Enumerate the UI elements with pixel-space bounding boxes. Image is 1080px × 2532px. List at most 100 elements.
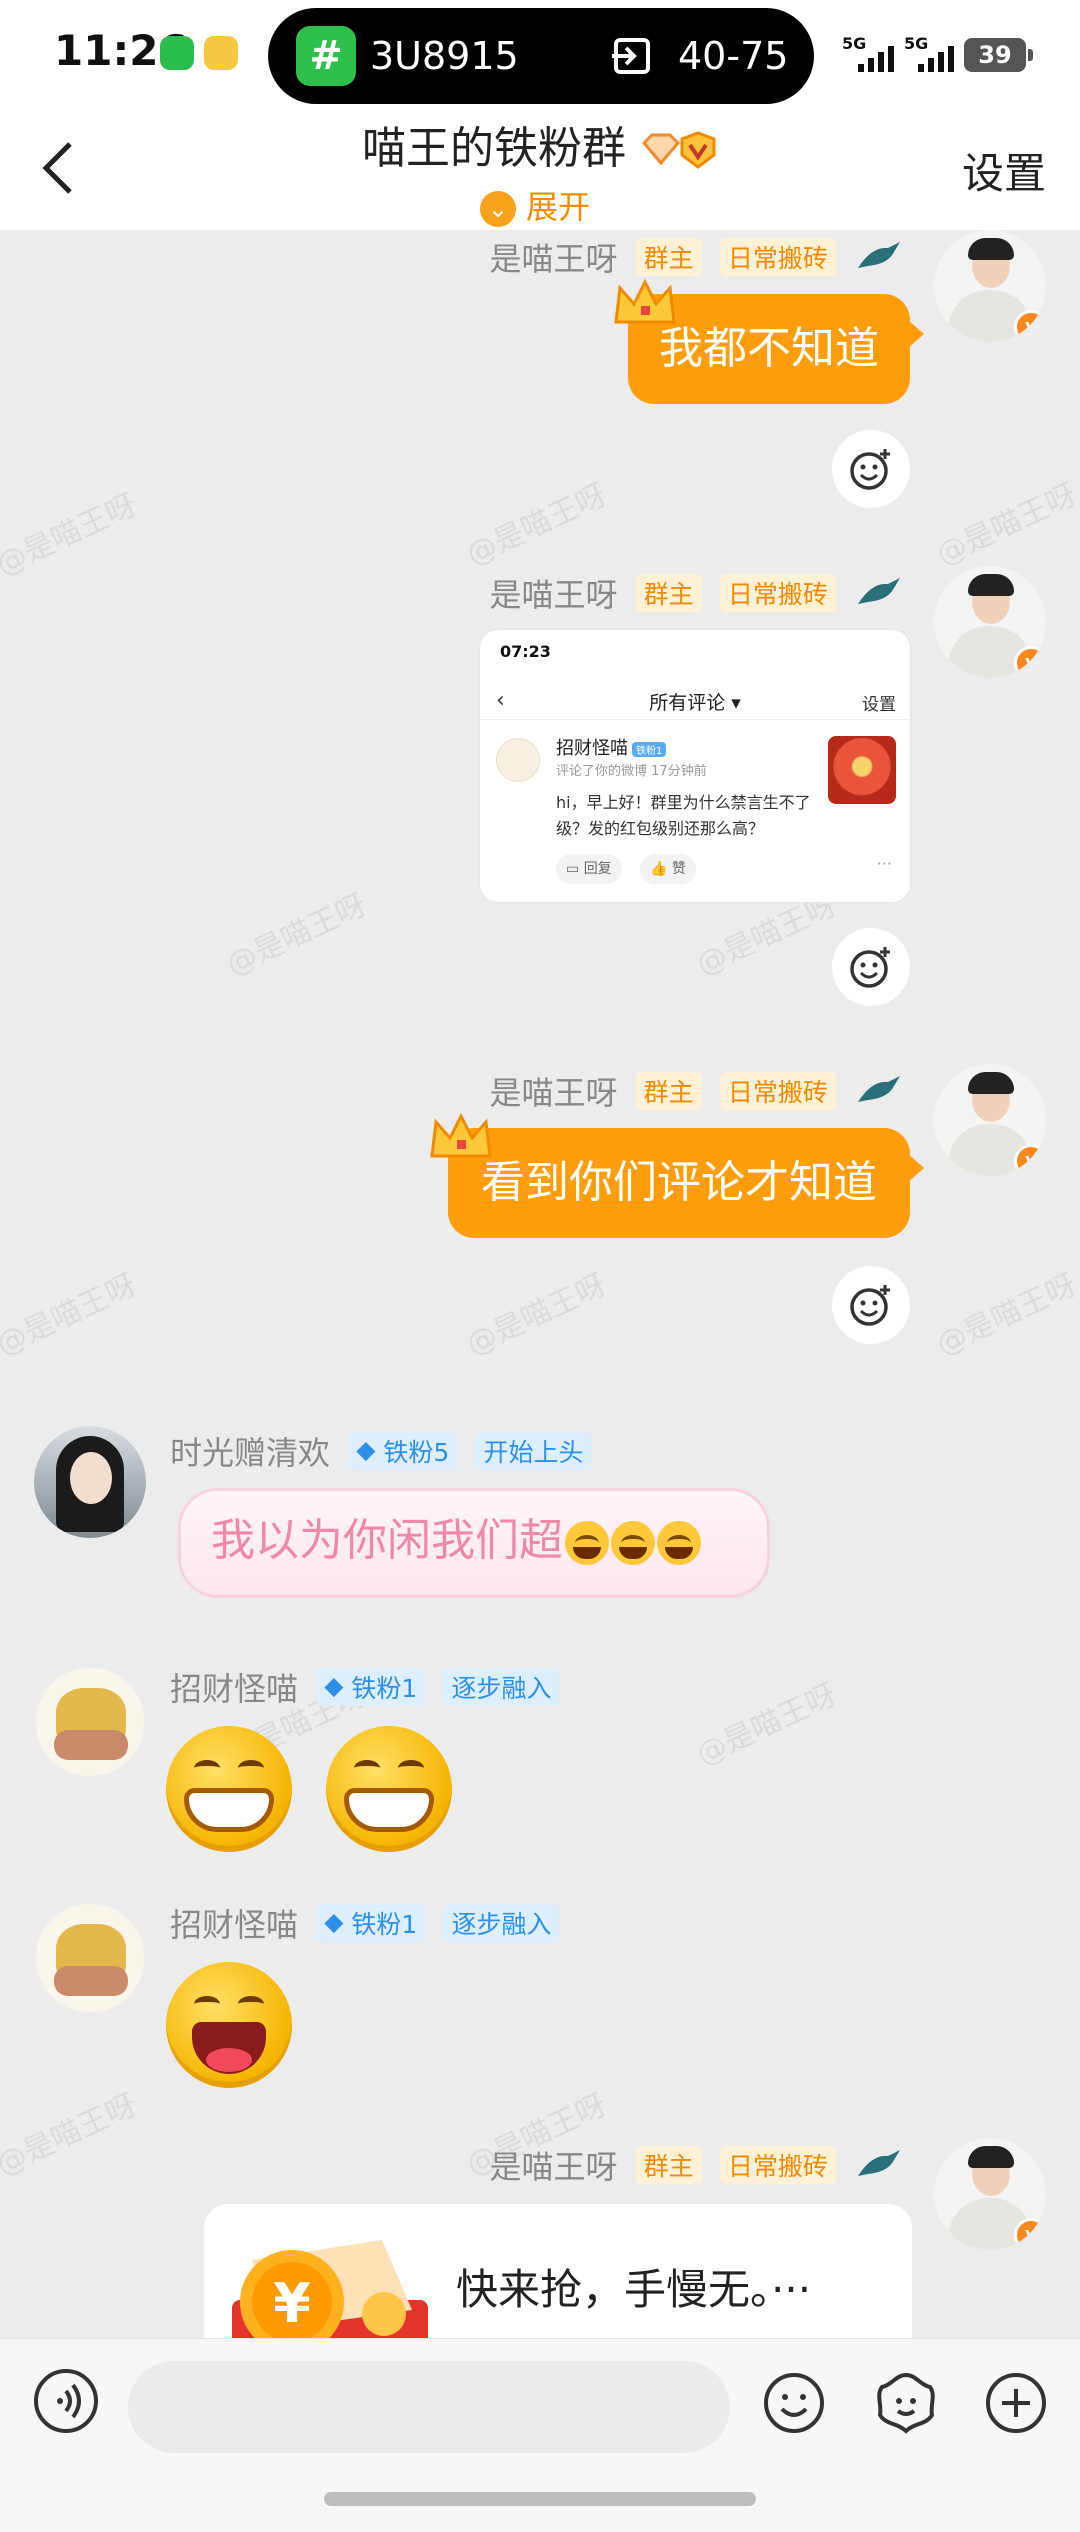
laugh-cry-emoji-icon xyxy=(657,1521,701,1565)
message-bubble[interactable]: 看到你们评论才知道 xyxy=(448,1128,924,1238)
red-packet-message[interactable]: ¥ 快来抢，手慢无。··· xyxy=(204,2204,912,2338)
flight-number: 3U8915 xyxy=(370,34,519,78)
emoji-react-icon xyxy=(850,449,890,490)
crown-icon xyxy=(430,1112,492,1158)
add-reaction-button[interactable] xyxy=(832,928,910,1006)
sender-name-row: 是喵王呀 群主 日常搬砖 xyxy=(489,1068,904,1112)
sender-name-row: 是喵王呀 群主 日常搬砖 xyxy=(489,570,904,614)
fan-level-badge: ◆ 铁粉5 xyxy=(348,1432,458,1470)
chat-message-list[interactable]: @是喵王呀 @是喵王呀 @是喵王呀 @是喵王呀 @是喵王呀 @是喵王呀 @是喵王… xyxy=(0,230,1080,2338)
crown-icon xyxy=(614,278,676,324)
group-title-row: 喵王的铁粉群 xyxy=(0,112,1080,176)
fan-title-badge: 逐步融入 xyxy=(443,1668,560,1706)
watermark: @是喵王呀 xyxy=(931,477,1080,573)
shot-settings: 设置 xyxy=(862,695,896,715)
sender-name: 时光赠清欢 xyxy=(170,1434,331,1472)
title-badge: 日常搬砖 xyxy=(719,1072,836,1110)
plus-icon[interactable] xyxy=(982,2369,1050,2437)
svg-text:¥: ¥ xyxy=(273,2272,311,2335)
grin-emoji-icon[interactable] xyxy=(166,1726,292,1852)
watermark: @是喵王呀 xyxy=(0,1267,142,1363)
watermark: @是喵王呀 xyxy=(221,887,372,983)
owner-badge: 群主 xyxy=(635,1072,702,1110)
add-reaction-button[interactable] xyxy=(832,1266,910,1344)
avatar[interactable]: v xyxy=(934,230,1046,342)
home-indicator xyxy=(324,2492,756,2506)
sender-name-row: 时光赠清欢 ◆ 铁粉5 开始上头 xyxy=(170,1428,592,1472)
fan-title-badge: 逐步融入 xyxy=(443,1904,560,1942)
add-reaction-button[interactable] xyxy=(832,430,910,508)
watermark: @是喵王呀 xyxy=(931,1267,1080,1363)
shot-nav: ‹ 所有评论 ▾ 设置 xyxy=(480,680,910,720)
settings-button[interactable]: 设置 xyxy=(962,140,1046,201)
expand-label: 展开 xyxy=(526,188,591,226)
avatar[interactable] xyxy=(34,1666,146,1778)
watermark: @是喵王呀 xyxy=(461,477,612,573)
sender-name: 是喵王呀 xyxy=(489,240,618,278)
watermark: @是喵王呀 xyxy=(691,1677,842,1773)
laugh-cry-emoji-icon xyxy=(565,1521,609,1565)
emoji-react-icon xyxy=(850,947,890,988)
voice-icon[interactable] xyxy=(34,2369,98,2433)
shot-like-button: 👍 赞 xyxy=(640,854,696,884)
emoji-react-icon xyxy=(850,1285,890,1326)
avatar[interactable] xyxy=(34,1902,146,2014)
watermark: @是喵王呀 xyxy=(0,487,142,583)
verified-icon: v xyxy=(1014,1144,1046,1176)
group-title: 喵王的铁粉群 xyxy=(362,123,626,174)
sender-name: 招财怪喵 xyxy=(170,1670,299,1708)
image-message[interactable]: 07:23 ‹ 所有评论 ▾ 设置 招财怪喵 铁粉1 评论了你的微博 17分钟前 … xyxy=(480,630,910,902)
red-packet-icon: ¥ xyxy=(232,2240,428,2338)
gate-exit-icon xyxy=(612,38,650,74)
group-badge-icons xyxy=(641,131,716,169)
message-input[interactable] xyxy=(128,2361,730,2453)
laugh-cry-emoji-icon xyxy=(611,1521,655,1565)
fan-title-badge: 开始上头 xyxy=(475,1432,592,1470)
watermark: @是喵王呀 xyxy=(0,2087,142,2183)
owner-badge: 群主 xyxy=(635,2146,702,2184)
sender-name-row: 招财怪喵 ◆ 铁粉1 逐步融入 xyxy=(170,1900,560,1944)
bird-icon xyxy=(858,578,900,604)
sender-name-row: 是喵王呀 群主 日常搬砖 xyxy=(489,234,904,278)
shot-reply-button: ▭ 回复 xyxy=(556,854,622,884)
shot-page-title: 所有评论 ▾ xyxy=(649,692,741,714)
avatar[interactable]: v xyxy=(934,2138,1046,2250)
message-text: 我以为你闲我们超 xyxy=(211,1515,563,1566)
sender-name: 招财怪喵 xyxy=(170,1906,299,1944)
signal-bars-icon xyxy=(858,46,894,72)
shot-subtitle: 评论了你的微博 17分钟前 xyxy=(556,764,707,779)
flight-live-activity[interactable]: # 3U8915 40-75 xyxy=(268,8,814,104)
expand-button[interactable]: ⌄ 展开 xyxy=(480,182,590,228)
wechat-icon xyxy=(160,36,194,70)
verified-icon: v xyxy=(1014,2218,1046,2250)
signal-bars-icon xyxy=(918,46,954,72)
sender-name: 是喵王呀 xyxy=(489,1074,618,1112)
message-bubble[interactable]: 我以为你闲我们超 xyxy=(178,1488,770,1598)
grin-emoji-icon[interactable] xyxy=(326,1726,452,1852)
sticker-icon[interactable] xyxy=(872,2369,940,2437)
title-badge: 日常搬砖 xyxy=(719,574,836,612)
sender-name: 是喵王呀 xyxy=(489,576,618,614)
bird-icon xyxy=(858,2150,900,2176)
title-badge: 日常搬砖 xyxy=(719,238,836,276)
sender-name-row: 招财怪喵 ◆ 铁粉1 逐步融入 xyxy=(170,1664,560,1708)
emoji-icon[interactable] xyxy=(760,2369,828,2437)
weibo-icon xyxy=(204,36,238,70)
shot-thumbnail xyxy=(828,736,896,804)
laughing-emoji-icon[interactable] xyxy=(166,1962,292,2088)
sender-name-row: 是喵王呀 群主 日常搬砖 xyxy=(489,2142,904,2186)
shot-status-time: 07:23 xyxy=(500,642,551,661)
sender-name: 是喵王呀 xyxy=(489,2148,618,2186)
avatar[interactable]: v xyxy=(934,1064,1046,1176)
owner-badge: 群主 xyxy=(635,574,702,612)
watermark: @是喵王呀 xyxy=(461,1267,612,1363)
shot-avatar xyxy=(496,738,540,782)
bird-icon xyxy=(858,1076,900,1102)
avatar[interactable]: v xyxy=(934,566,1046,678)
shot-commenter: 招财怪喵 铁粉1 xyxy=(556,734,667,760)
avatar[interactable] xyxy=(34,1426,146,1538)
fan-level-badge: ◆ 铁粉1 xyxy=(316,1668,426,1706)
verified-icon: v xyxy=(1014,310,1046,342)
battery-indicator: 39 xyxy=(964,38,1033,72)
status-bar: 11:26 # 3U8915 40-75 5G 5G 39 xyxy=(0,0,1080,110)
